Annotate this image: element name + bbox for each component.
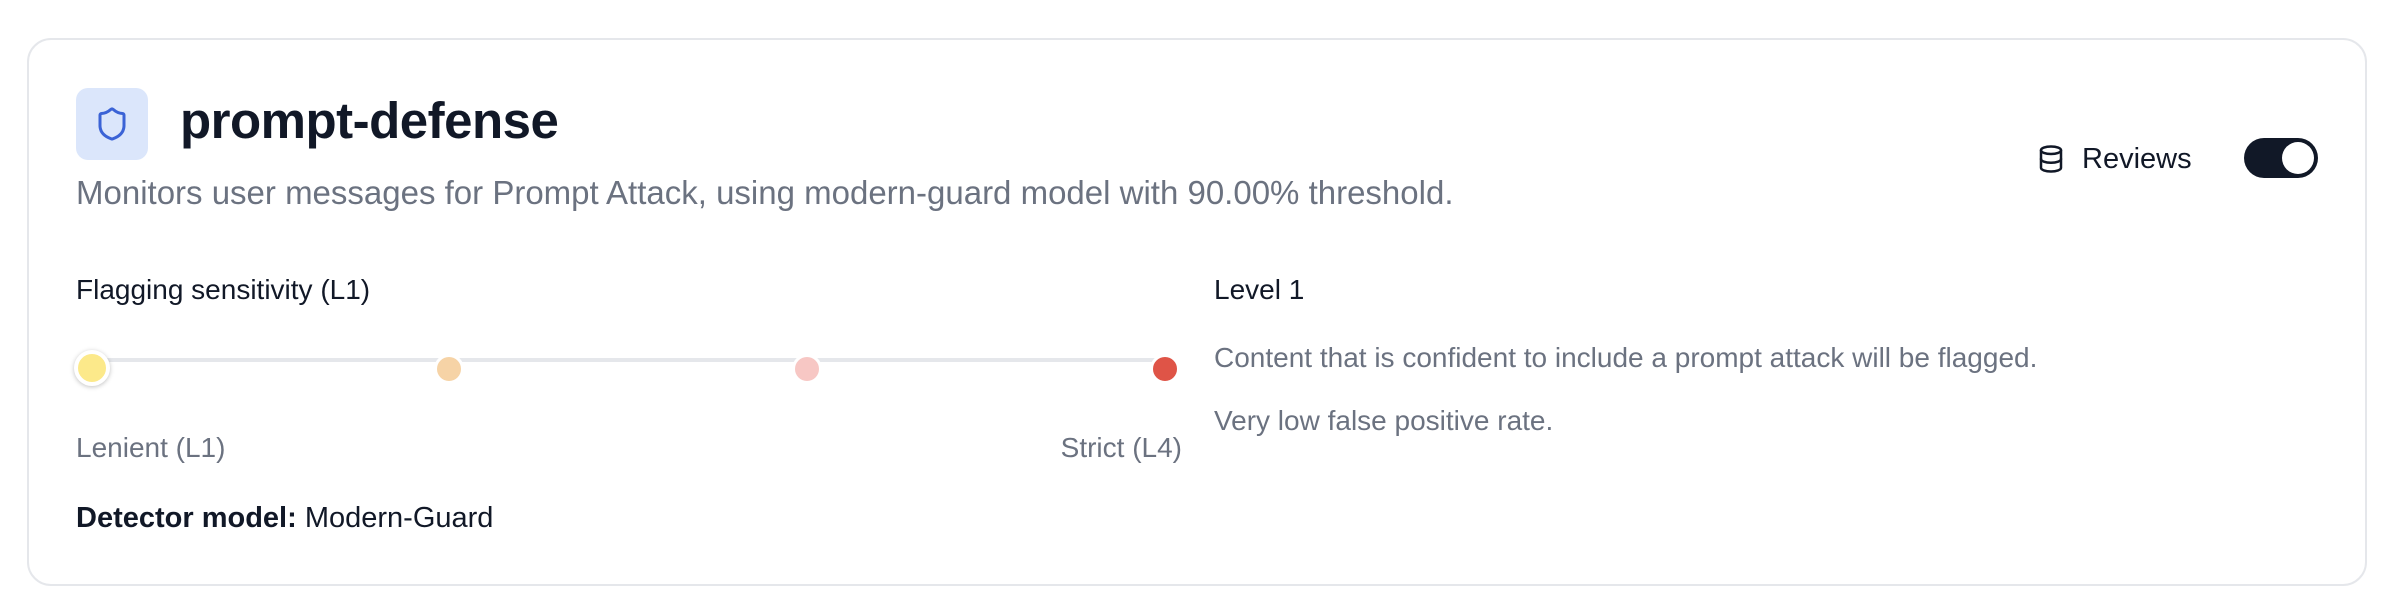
lenient-label: Lenient (L1) — [76, 432, 226, 463]
level-description: Content that is confident to include a p… — [1214, 342, 2038, 373]
database-icon — [2039, 145, 2063, 173]
guard-title: prompt-defense — [180, 92, 559, 149]
sensitivity-level-1-dot[interactable] — [74, 350, 110, 386]
sensitivity-level-2-dot[interactable] — [434, 354, 464, 384]
level-title: Level 1 — [1214, 274, 1305, 305]
shield-icon — [98, 107, 126, 141]
shield-icon-box — [76, 88, 148, 160]
detector-model: Detector model: Modern-Guard — [76, 498, 493, 538]
sensitivity-label: Flagging sensitivity (L1) — [76, 274, 371, 305]
sensitivity-level-3-dot[interactable] — [792, 354, 822, 384]
level-note: Very low false positive rate. — [1214, 405, 1554, 436]
reviews-toggle[interactable] — [2244, 138, 2318, 178]
detector-model-label: Detector model: — [76, 502, 297, 534]
reviews-button[interactable]: Reviews — [2036, 136, 2192, 182]
sensitivity-slider-track[interactable] — [92, 358, 1166, 362]
strict-label: Strict (L4) — [1060, 432, 1182, 463]
guard-description: Monitors user messages for Prompt Attack… — [76, 174, 1454, 211]
sensitivity-level-4-dot[interactable] — [1150, 354, 1180, 384]
toggle-knob — [2282, 142, 2314, 174]
detector-model-value: Modern-Guard — [304, 502, 494, 534]
reviews-label: Reviews — [2082, 142, 2192, 175]
